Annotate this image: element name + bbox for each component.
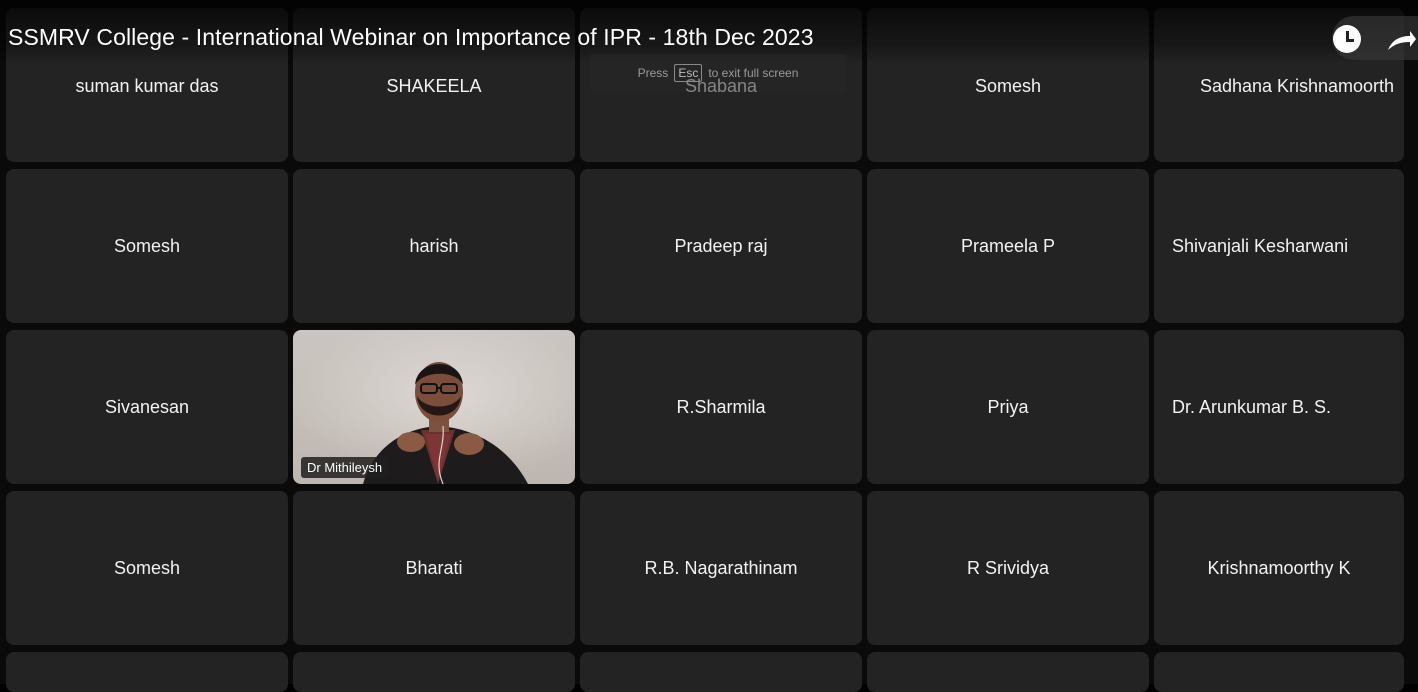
participant-name: Bharati	[405, 557, 463, 578]
participant-tile: Prameela P	[867, 169, 1149, 323]
participant-name: Prameela P	[960, 235, 1056, 256]
participant-tile: R.B. Nagarathinam	[580, 491, 862, 645]
participant-name: Krishnamoorthy K	[1207, 557, 1351, 578]
participant-name: harish	[409, 235, 459, 256]
participant-tile: R Srividya	[867, 491, 1149, 645]
participant-grid: suman kumar das SHAKEELA Shabana Somesh …	[6, 8, 1404, 692]
participant-tile: Somesh	[867, 8, 1149, 162]
participant-name: R Srividya	[966, 557, 1050, 578]
hint-suffix: to exit full screen	[708, 66, 799, 80]
participant-tile: Priya	[867, 330, 1149, 484]
participant-tile-partial	[1154, 652, 1404, 692]
hint-prefix: Press	[637, 66, 669, 80]
participant-tile: Somesh	[6, 169, 288, 323]
participant-name: Sivanesan	[104, 396, 190, 417]
participant-tile: R.Sharmila	[580, 330, 862, 484]
participant-tile-partial	[580, 652, 862, 692]
participant-tile: Dr. Arunkumar B. S.	[1154, 330, 1404, 484]
video-player[interactable]: suman kumar das SHAKEELA Shabana Somesh …	[0, 0, 1418, 692]
speaker-name-label: Dr Mithileysh	[301, 457, 389, 478]
participant-tile: Krishnamoorthy K	[1154, 491, 1404, 645]
clock-icon[interactable]	[1333, 25, 1361, 53]
participant-tile-partial	[293, 652, 575, 692]
esc-key: Esc	[674, 64, 703, 82]
participant-name: Priya	[987, 396, 1029, 417]
video-title[interactable]: SSMRV College - International Webinar on…	[8, 24, 814, 51]
participant-name: Pradeep raj	[674, 235, 768, 256]
participant-tile: Bharati	[293, 491, 575, 645]
participant-name: Somesh	[974, 76, 1042, 96]
participant-tile: harish	[293, 169, 575, 323]
participant-name: Sadhana Krishnamoorth	[1199, 76, 1395, 96]
share-icon[interactable]	[1386, 30, 1416, 52]
participant-name: Dr. Arunkumar B. S.	[1172, 396, 1332, 417]
participant-tile: Pradeep raj	[580, 169, 862, 323]
participant-tile-partial	[867, 652, 1149, 692]
participant-tile-partial	[6, 652, 288, 692]
participant-name: Somesh	[113, 557, 181, 578]
fullscreen-exit-hint: Press Esc to exit full screen	[590, 54, 846, 92]
participant-name: Shivanjali Kesharwani	[1172, 235, 1349, 256]
participant-name: Somesh	[113, 235, 181, 256]
participant-name: SHAKEELA	[386, 76, 482, 96]
speaker-video-tile: Dr Mithileysh	[293, 330, 575, 484]
participant-tile: Shivanjali Kesharwani	[1154, 169, 1404, 323]
participant-tile: Somesh	[6, 491, 288, 645]
participant-tile: Sivanesan	[6, 330, 288, 484]
participant-name: R.Sharmila	[676, 396, 766, 417]
participant-name: suman kumar das	[75, 76, 219, 96]
participant-name: R.B. Nagarathinam	[644, 557, 798, 578]
